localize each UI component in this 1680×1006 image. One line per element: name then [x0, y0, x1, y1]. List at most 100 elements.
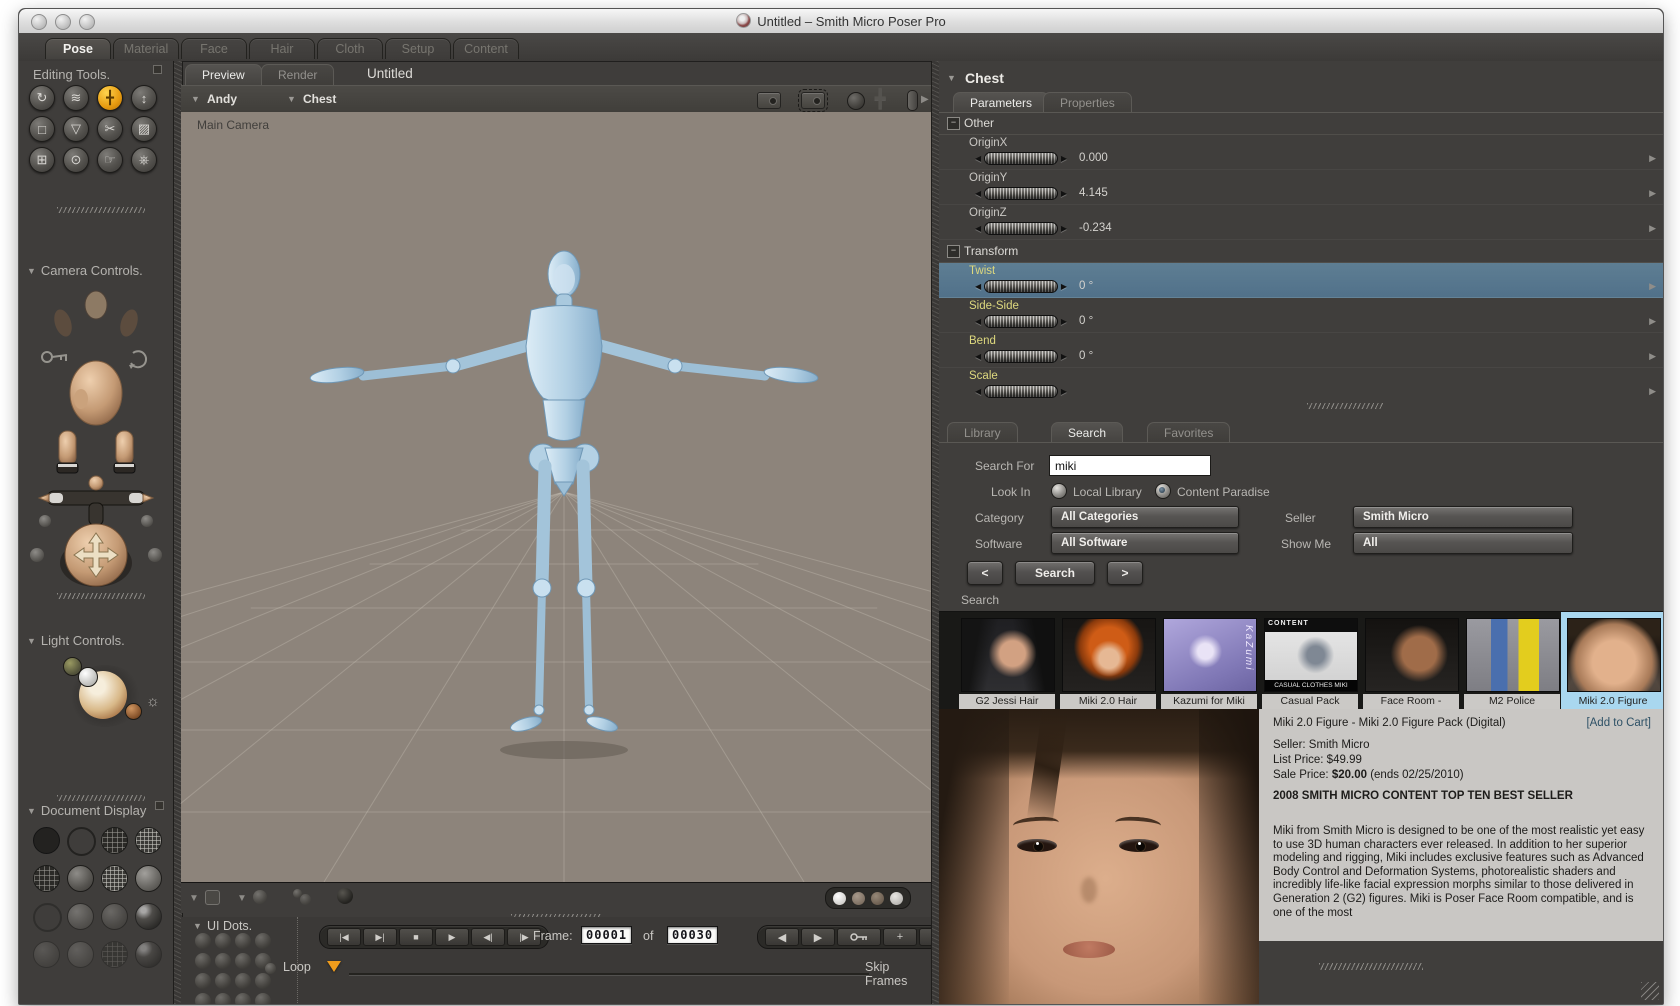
param-dial[interactable]: ◀ ▶	[975, 385, 1067, 398]
panel-divider[interactable]	[1307, 403, 1383, 409]
thumbnail-image[interactable]	[1567, 618, 1661, 692]
section-divider[interactable]	[57, 207, 145, 213]
timeline-scrub-handle[interactable]	[327, 961, 341, 972]
timeline-scrub-track[interactable]	[349, 973, 869, 975]
dial-left-arrow-icon[interactable]: ◀	[975, 352, 981, 361]
style-dot-flat[interactable]	[852, 891, 865, 905]
translate-in-out-tool[interactable]: ↕	[131, 85, 157, 111]
collapse-group-icon[interactable]: −	[947, 245, 960, 258]
param-menu-arrow-icon[interactable]: ▶	[1649, 316, 1656, 327]
dial-right-arrow-icon[interactable]: ▶	[1061, 224, 1067, 233]
direct-manipulation-tool[interactable]: ⎈	[131, 147, 157, 173]
category-dropdown[interactable]: All Categories	[1051, 506, 1239, 528]
move-axis-icon[interactable]: ╋	[875, 89, 885, 109]
result-thumbnail[interactable]: M2 Police	[1464, 616, 1560, 709]
ui-dot[interactable]	[215, 993, 231, 1004]
style-dot-lit[interactable]	[833, 891, 846, 905]
display-style-selector[interactable]	[825, 887, 911, 909]
param-dial[interactable]: ◀ ▶	[975, 187, 1067, 200]
first-frame-button[interactable]: |◀	[327, 928, 361, 946]
display-mode-sphere[interactable]	[67, 903, 94, 930]
light-dot-white[interactable]	[78, 667, 98, 687]
param-dial[interactable]: ◀ ▶	[975, 315, 1067, 328]
display-mode-sphere[interactable]	[67, 827, 96, 856]
ui-dot[interactable]	[255, 993, 271, 1004]
param-dial[interactable]: ◀ ▶	[975, 280, 1067, 293]
viewport-canvas[interactable]: Main Camera	[181, 112, 931, 882]
section-divider[interactable]	[57, 795, 145, 801]
dial-body[interactable]	[984, 222, 1058, 235]
param-menu-arrow-icon[interactable]: ▶	[1649, 386, 1656, 397]
search-button[interactable]: Search	[1015, 561, 1095, 585]
tab-hair[interactable]: Hair	[249, 38, 315, 59]
ui-dot[interactable]	[235, 973, 251, 989]
ui-dot[interactable]	[215, 933, 231, 949]
ui-dot[interactable]	[235, 993, 251, 1004]
seller-dropdown[interactable]: Smith Micro	[1353, 506, 1573, 528]
display-mode-sphere[interactable]	[33, 865, 60, 892]
tab-setup[interactable]: Setup	[385, 38, 451, 59]
panel-collapse-arrow-icon[interactable]: ▶	[921, 94, 929, 105]
next-page-button[interactable]: >	[1107, 561, 1143, 585]
display-mode-sphere[interactable]	[67, 865, 94, 892]
tab-pose[interactable]: Pose	[45, 38, 111, 59]
dial-left-arrow-icon[interactable]: ◀	[975, 224, 981, 233]
section-divider[interactable]	[57, 593, 145, 599]
morphing-tool-tool[interactable]: ☞	[97, 147, 123, 173]
tab-cloth[interactable]: Cloth	[317, 38, 383, 59]
grouping-tool[interactable]: ⊞	[29, 147, 55, 173]
stop-button[interactable]: ■	[399, 928, 433, 946]
actor-header-triangle-icon[interactable]: ▼	[947, 73, 956, 83]
param-row-originx[interactable]: OriginX ◀ ▶ 0.000 ▶	[939, 135, 1663, 170]
shadow-ball-icon[interactable]	[337, 888, 353, 904]
loop-toggle[interactable]	[265, 963, 276, 974]
display-mode-sphere[interactable]	[101, 827, 128, 854]
collapse-triangle-icon[interactable]: ▼	[27, 806, 36, 816]
radio-content-paradise[interactable]	[1155, 483, 1171, 499]
ui-dot[interactable]	[215, 973, 231, 989]
sun-icon[interactable]: ☼	[146, 693, 160, 710]
ui-dots-triangle-icon[interactable]: ▼	[193, 921, 202, 931]
parameters-actor-header[interactable]: Chest	[965, 70, 1004, 86]
thumbnail-image[interactable]	[1365, 618, 1459, 692]
result-thumbnail[interactable]: Miki 2.0 Hair	[1060, 616, 1156, 709]
tab-library[interactable]: Library	[947, 422, 1018, 443]
current-frame-counter[interactable]: 00001	[581, 926, 633, 944]
display-mode-sphere[interactable]	[135, 827, 162, 854]
dial-body[interactable]	[984, 152, 1058, 165]
depth-cue-box-icon[interactable]	[205, 890, 220, 905]
ui-dot[interactable]	[235, 933, 251, 949]
result-thumbnail[interactable]: CONTENT CASUAL CLOTHES MIKI Casual Pack	[1262, 616, 1358, 709]
tab-favorites[interactable]: Favorites	[1147, 422, 1231, 443]
tab-content[interactable]: Content	[453, 38, 519, 59]
dial-right-arrow-icon[interactable]: ▶	[1061, 282, 1067, 291]
add-to-cart-link[interactable]: [Add to Cart]	[1586, 717, 1651, 729]
tab-parameters[interactable]: Parameters	[953, 92, 1050, 113]
dial-left-arrow-icon[interactable]: ◀	[975, 387, 981, 396]
dial-left-arrow-icon[interactable]: ◀	[975, 189, 981, 198]
tab-render[interactable]: Render	[261, 64, 335, 85]
ui-dot[interactable]	[215, 953, 231, 969]
dial-body[interactable]	[984, 350, 1058, 363]
display-mode-sphere[interactable]	[67, 941, 94, 968]
display-mode-sphere[interactable]	[33, 903, 62, 932]
show-me-dropdown[interactable]: All	[1353, 532, 1573, 554]
tab-preview[interactable]: Preview	[185, 64, 262, 85]
collapse-triangle-icon[interactable]: ▼	[27, 636, 36, 646]
handle-capsule-icon[interactable]	[907, 90, 918, 111]
tab-properties[interactable]: Properties	[1043, 92, 1132, 113]
scale-tool[interactable]: □	[29, 116, 55, 142]
param-dial[interactable]: ◀ ▶	[975, 350, 1067, 363]
search-input[interactable]	[1049, 455, 1211, 476]
previous-page-button[interactable]: <	[967, 561, 1003, 585]
frame-style-triangle-icon[interactable]: ▼	[189, 893, 199, 904]
result-thumbnail[interactable]: Face Room -	[1363, 616, 1459, 709]
resize-grip[interactable]	[1641, 982, 1659, 1000]
param-row-side-side[interactable]: Side-Side ◀ ▶ 0 ° ▶	[939, 298, 1663, 333]
mannequin-figure[interactable]	[181, 112, 931, 882]
rotate-tool[interactable]: ↻	[29, 85, 55, 111]
display-mode-sphere[interactable]	[33, 827, 60, 854]
param-menu-arrow-icon[interactable]: ▶	[1649, 188, 1656, 199]
step-back-button[interactable]: ◀|	[471, 928, 505, 946]
color-tool[interactable]: ▨	[131, 116, 157, 142]
